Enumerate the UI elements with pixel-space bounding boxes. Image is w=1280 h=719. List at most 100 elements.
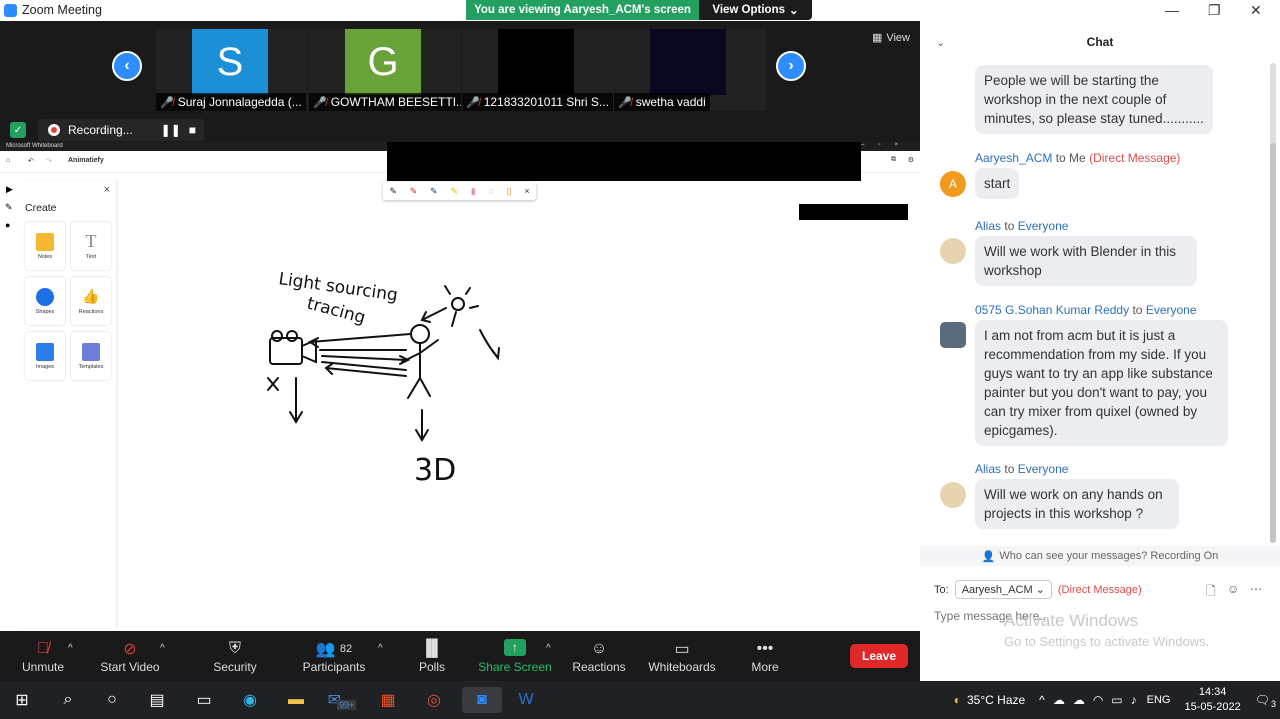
- share-screen-button[interactable]: ↑ Share Screen: [478, 631, 552, 681]
- stop-icon[interactable]: ■: [189, 123, 196, 137]
- reactions-label: Reactions: [572, 660, 626, 674]
- participant-count: 82: [339, 643, 353, 655]
- participants-label: Participants: [302, 660, 366, 674]
- chevron-left-icon: ‹: [124, 57, 130, 74]
- close-icon[interactable]: ✕: [1250, 2, 1262, 19]
- windows-start-icon[interactable]: ⊞: [8, 687, 36, 713]
- eraser-icon[interactable]: ▮: [471, 186, 476, 197]
- share-icon[interactable]: ⧉: [891, 156, 896, 164]
- ruler-icon[interactable]: ▯: [507, 186, 512, 197]
- chevron-up-icon[interactable]: ^: [1039, 693, 1045, 707]
- text-icon: T: [85, 231, 97, 251]
- participant-name: swetha vaddi: [635, 95, 706, 109]
- unmute-label: Unmute: [21, 660, 65, 674]
- leave-button[interactable]: Leave: [850, 644, 908, 668]
- participants-icon: 👥 82: [315, 641, 353, 658]
- mail-icon[interactable]: ✉ 99+: [328, 687, 357, 713]
- clock[interactable]: 14:34 15-05-2022: [1184, 685, 1240, 715]
- chrome-icon[interactable]: ◎: [420, 687, 448, 713]
- cortana-icon[interactable]: ○: [98, 687, 126, 713]
- shared-screen: Microsoft Whiteboard –▫× ⌂ ↶ ↷ Animatief…: [0, 142, 920, 631]
- message-sender: 0575 G.Sohan Kumar Reddy to Everyone: [975, 303, 1197, 317]
- close-icon[interactable]: ×: [524, 186, 529, 196]
- clock-time: 14:34: [1198, 686, 1227, 698]
- unmute-button[interactable]: 🎙̸ Unmute: [14, 631, 72, 681]
- create-shapes-button[interactable]: Shapes: [25, 277, 65, 325]
- more-button[interactable]: ••• More: [744, 631, 786, 681]
- view-button[interactable]: ▦ View: [872, 31, 910, 45]
- language-indicator[interactable]: ENG: [1147, 694, 1171, 706]
- pen-icon[interactable]: ✎: [5, 202, 13, 213]
- view-options-button[interactable]: View Options ⌄: [699, 0, 812, 20]
- file-icon[interactable]: 🗋: [1206, 582, 1216, 603]
- settings-gear-icon[interactable]: ⚙: [908, 156, 914, 164]
- redo-icon[interactable]: ↷: [46, 157, 52, 165]
- security-shield-icon[interactable]: ✓: [10, 122, 26, 138]
- chevron-up-icon[interactable]: ^: [68, 643, 73, 654]
- weather-text[interactable]: 35°C Haze: [967, 693, 1025, 707]
- privacy-note[interactable]: 👤 Who can see your messages? Recording O…: [920, 546, 1280, 566]
- undo-icon[interactable]: ↶: [28, 157, 34, 165]
- emoji-icon[interactable]: ☺: [1227, 582, 1239, 596]
- participant-tile[interactable]: 🎤̸ 121833201011 Shri S...: [462, 29, 614, 111]
- security-button[interactable]: ⛨ Security: [204, 631, 266, 681]
- volume-icon[interactable]: ♪: [1131, 693, 1137, 707]
- sender-name: 0575 G.Sohan Kumar Reddy: [975, 303, 1130, 317]
- redacted-box: [799, 204, 908, 220]
- prev-page-button[interactable]: ‹: [112, 51, 142, 81]
- create-reactions-button[interactable]: 👍 Reactions: [71, 277, 111, 325]
- dot-icon[interactable]: ●: [5, 220, 10, 230]
- participant-tile[interactable]: G 🎤̸ GOWTHAM BEESETTI...: [309, 29, 461, 111]
- lasso-icon[interactable]: ◌: [488, 186, 493, 196]
- whiteboard-app-title: Microsoft Whiteboard: [6, 143, 63, 149]
- zoom-taskbar-icon[interactable]: ◙: [462, 687, 502, 713]
- task-view-icon[interactable]: ▤: [143, 687, 171, 713]
- item-label: Text: [85, 253, 97, 260]
- chevron-up-icon[interactable]: ^: [378, 643, 383, 654]
- sender-name: Alias: [975, 219, 1002, 233]
- search-icon[interactable]: ⌕: [54, 687, 82, 713]
- terminal-icon[interactable]: ▭: [190, 687, 218, 713]
- chevron-up-icon[interactable]: ^: [160, 643, 165, 654]
- store-icon[interactable]: ▦: [374, 687, 402, 713]
- next-page-button[interactable]: ›: [776, 51, 806, 81]
- item-label: Notes: [37, 253, 53, 260]
- cloud-icon[interactable]: ☁: [1073, 693, 1085, 707]
- create-notes-button[interactable]: Notes: [25, 222, 65, 270]
- polls-button[interactable]: ▐▌ Polls: [408, 631, 456, 681]
- red-pen-icon[interactable]: ✎: [410, 186, 418, 197]
- create-images-button[interactable]: Images: [25, 332, 65, 380]
- create-templates-button[interactable]: Templates: [71, 332, 111, 380]
- participant-tile[interactable]: 🎤̸ swetha vaddi: [614, 29, 766, 111]
- more-dots-icon[interactable]: ⋯: [1250, 582, 1262, 596]
- start-video-button[interactable]: ⊘ Start Video: [96, 631, 164, 681]
- wifi-icon[interactable]: ◠: [1093, 693, 1103, 707]
- select-arrow-icon[interactable]: ▶: [6, 184, 13, 195]
- close-icon[interactable]: ×: [104, 184, 110, 196]
- people-icon: 👤: [981, 550, 996, 563]
- highlighter-icon[interactable]: ✎: [450, 186, 458, 197]
- minimize-icon[interactable]: —: [1165, 2, 1179, 18]
- black-pen-icon[interactable]: ✎: [389, 186, 397, 197]
- home-icon[interactable]: ⌂: [6, 157, 10, 164]
- battery-icon[interactable]: ▭: [1111, 693, 1122, 707]
- chevron-up-icon[interactable]: ^: [546, 643, 551, 654]
- participants-button[interactable]: 👥 82 Participants: [300, 631, 368, 681]
- scrollbar-thumb[interactable]: [1270, 143, 1276, 543]
- file-explorer-icon[interactable]: ▬: [282, 687, 310, 713]
- create-text-button[interactable]: T Text: [71, 222, 111, 270]
- restore-icon[interactable]: ❐: [1208, 2, 1221, 19]
- edge-icon[interactable]: ◉: [236, 687, 264, 713]
- participant-tile[interactable]: S 🎤̸ Suraj Jonnalagedda (...: [156, 29, 308, 111]
- window-title: Zoom Meeting: [22, 3, 102, 17]
- whiteboard-drawing: Light sourcing tracing 3D: [267, 269, 500, 488]
- word-icon[interactable]: W: [512, 687, 540, 713]
- blue-pen-icon[interactable]: ✎: [430, 186, 438, 197]
- reactions-button[interactable]: ☺ Reactions: [570, 631, 628, 681]
- onedrive-icon[interactable]: ☁: [1053, 693, 1065, 707]
- board-name[interactable]: Animatiefy: [68, 157, 104, 164]
- recipient-select[interactable]: Aaryesh_ACM ⌄: [954, 580, 1052, 599]
- notifications-icon[interactable]: 🗨 3: [1255, 693, 1276, 709]
- pause-icon[interactable]: ❚❚: [161, 123, 181, 137]
- whiteboards-button[interactable]: ▭ Whiteboards: [646, 631, 718, 681]
